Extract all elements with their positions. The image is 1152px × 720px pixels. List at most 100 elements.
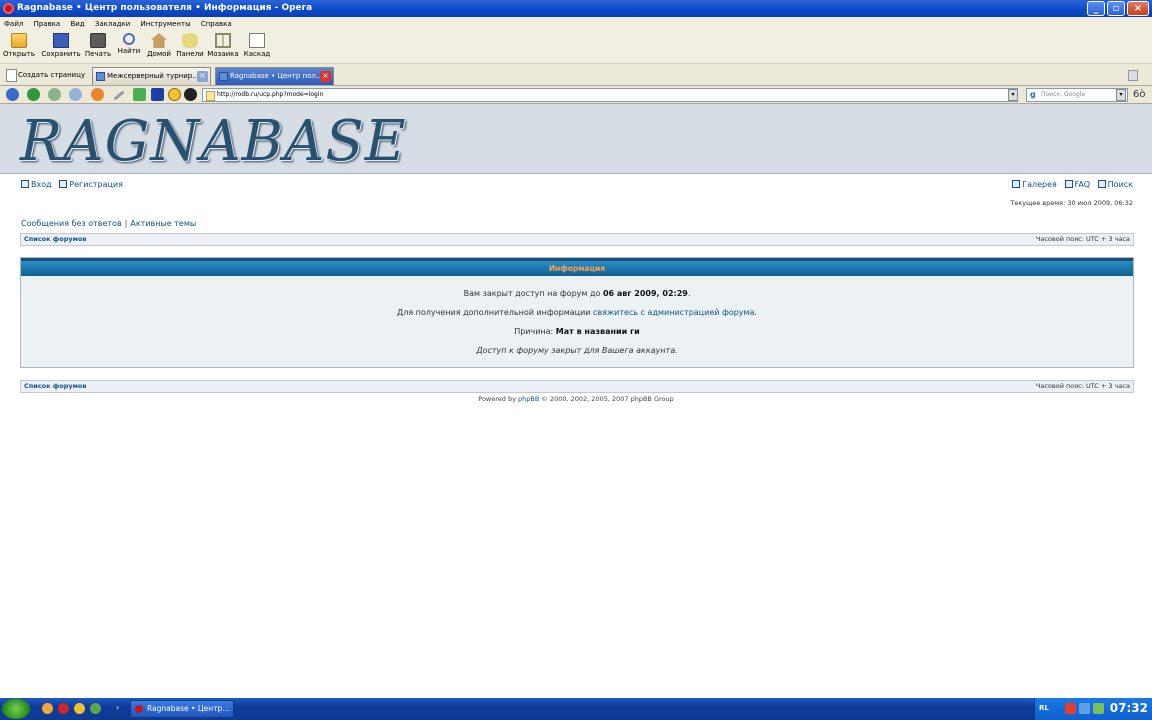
tab-bar: Создать страницу Межсерверный турнир....… (0, 64, 1152, 86)
chevron-right-icon[interactable]: › (116, 703, 119, 712)
phpbb-link[interactable]: phpBB (518, 395, 539, 403)
contact-admin-link[interactable]: свяжитесь с администрацией форума (593, 308, 754, 317)
address-dropdown-button[interactable]: ▾ (1008, 89, 1018, 101)
register-link[interactable]: Регистрация (59, 180, 123, 189)
new-tab-button[interactable]: Создать страницу (4, 67, 85, 83)
home-icon (151, 33, 167, 48)
page-icon (219, 72, 228, 81)
smiley-icon[interactable] (168, 88, 181, 101)
menu-file[interactable]: Файл (0, 17, 27, 28)
forum-header: RAGNABASE (0, 104, 1152, 174)
gallery-icon (1012, 180, 1021, 188)
reload-icon[interactable] (91, 88, 104, 101)
menu-view[interactable]: Вид (66, 17, 88, 28)
find-button[interactable]: Найти (114, 33, 144, 55)
app-icon[interactable] (74, 703, 85, 714)
back-icon[interactable] (27, 88, 40, 101)
cascade-icon (249, 33, 265, 48)
opera-icon (3, 3, 14, 14)
quick-links: Сообщения без ответов | Активные темы (21, 219, 196, 228)
user-nav-left: Вход Регистрация (21, 180, 123, 189)
printer-icon (90, 33, 106, 48)
reason-message: Причина: Мат в названии ги (514, 327, 640, 336)
tab-ragnabase[interactable]: Ragnabase • Центр пол... × (215, 67, 334, 85)
open-button[interactable]: Открыть (0, 33, 38, 58)
address-toolbar: http://rodb.ru/ucp.php?mode=login ▾ g По… (0, 86, 1152, 104)
key-icon[interactable] (184, 88, 197, 101)
folder-icon (11, 33, 27, 48)
info-title: Информация (21, 258, 1133, 276)
login-link[interactable]: Вход (21, 180, 52, 189)
info-panel: Информация Вам закрыт доступ на форум до… (20, 257, 1134, 368)
search-icon (1097, 180, 1106, 188)
mosaic-icon (215, 33, 231, 48)
breadcrumb-top: Список форумов Часовой пояс: UTC + 3 час… (20, 233, 1134, 246)
firefox-icon[interactable] (42, 703, 53, 714)
menu-bookmarks[interactable]: Закладки (91, 17, 134, 28)
close-button[interactable]: × (1127, 1, 1149, 16)
system-tray: RL 07:32 (1034, 698, 1152, 720)
panels-icon (182, 33, 198, 48)
home-button[interactable]: Домой (143, 33, 175, 58)
download-icon[interactable] (133, 88, 146, 101)
forum-index-link[interactable]: Список форумов (24, 381, 87, 392)
screen: Ragnabase • Центр пользователя • Информа… (0, 0, 1152, 720)
gallery-link[interactable]: Галерея (1012, 180, 1057, 189)
search-input[interactable]: g Поиск: Google (1026, 88, 1128, 102)
toolbar: Открыть Сохранить Печать Найти Домой Пан… (0, 31, 1152, 64)
save-icon (53, 33, 69, 48)
panels-button[interactable]: Панели (174, 33, 206, 58)
window-title: Ragnabase • Центр пользователя • Информа… (17, 3, 313, 13)
minimize-button[interactable]: _ (1087, 1, 1105, 16)
app-icon[interactable] (90, 703, 101, 714)
page-icon (96, 72, 105, 81)
maximize-button[interactable]: ▫ (1107, 1, 1125, 16)
mosaic-button[interactable]: Мозаика (205, 33, 241, 58)
active-topics-link[interactable]: Активные темы (130, 219, 196, 228)
print-button[interactable]: Печать (81, 33, 115, 58)
reason-value: Мат в названии ги (555, 327, 640, 336)
start-button[interactable] (2, 699, 30, 719)
breadcrumb-bottom: Список форумов Часовой пояс: UTC + 3 час… (20, 380, 1134, 393)
trash-icon[interactable] (1128, 70, 1138, 81)
cascade-button[interactable]: Каскад (240, 33, 274, 58)
menu-help[interactable]: Справка (197, 17, 236, 28)
search-dropdown-button[interactable]: ▾ (1116, 89, 1126, 101)
rewind-icon[interactable] (6, 88, 19, 101)
taskbar: › Ragnabase • Центр... RL 07:32 (0, 698, 1152, 720)
menu-bar: Файл Правка Вид Закладки Инструменты Спр… (0, 17, 1152, 31)
address-input[interactable]: http://rodb.ru/ucp.php?mode=login (202, 88, 1018, 102)
save-button[interactable]: Сохранить (40, 33, 82, 58)
edit-icon[interactable] (113, 90, 125, 101)
unanswered-link[interactable]: Сообщения без ответов (21, 219, 122, 228)
menu-edit[interactable]: Правка (30, 17, 65, 28)
separator: | (124, 219, 128, 228)
close-tab-icon[interactable]: × (197, 71, 208, 82)
magnifier-icon (123, 33, 135, 45)
timezone-label: Часовой пояс: UTC + 3 часа (1035, 235, 1130, 243)
glasses-icon[interactable]: 6ò (1133, 89, 1145, 100)
contact-message: Для получения дополнительной информации … (396, 308, 758, 317)
forum-index-link[interactable]: Список форумов (24, 234, 87, 245)
search-link[interactable]: Поиск (1097, 180, 1133, 189)
tab-tournament[interactable]: Межсерверный турнир.... × (92, 67, 211, 85)
fast-forward-icon[interactable] (69, 88, 82, 101)
language-indicator[interactable]: RL (1039, 704, 1049, 712)
closed-note: Доступ к форуму закрыт для Вашега аккаун… (476, 346, 678, 355)
close-tab-icon[interactable]: × (320, 71, 331, 82)
site-logo[interactable]: RAGNABASE (20, 109, 407, 174)
taskbar-opera-button[interactable]: Ragnabase • Центр... (130, 700, 234, 718)
google-icon: g (1030, 90, 1036, 99)
ban-message: Вам закрыт доступ на форум до 06 авг 200… (463, 289, 691, 298)
b-icon[interactable] (151, 88, 164, 101)
forward-icon[interactable] (48, 88, 61, 101)
powered-by: Powered by phpBB © 2000, 2002, 2005, 200… (478, 395, 674, 403)
tray-icon[interactable] (1065, 703, 1076, 714)
timezone-label: Часовой пояс: UTC + 3 часа (1035, 382, 1130, 390)
opera-icon[interactable] (58, 703, 69, 714)
tray-icon[interactable] (1079, 703, 1090, 714)
tray-icon[interactable] (1093, 703, 1104, 714)
ban-date: 06 авг 2009, 02:29 (602, 289, 688, 298)
menu-tools[interactable]: Инструменты (137, 17, 195, 28)
faq-link[interactable]: FAQ (1064, 180, 1090, 189)
